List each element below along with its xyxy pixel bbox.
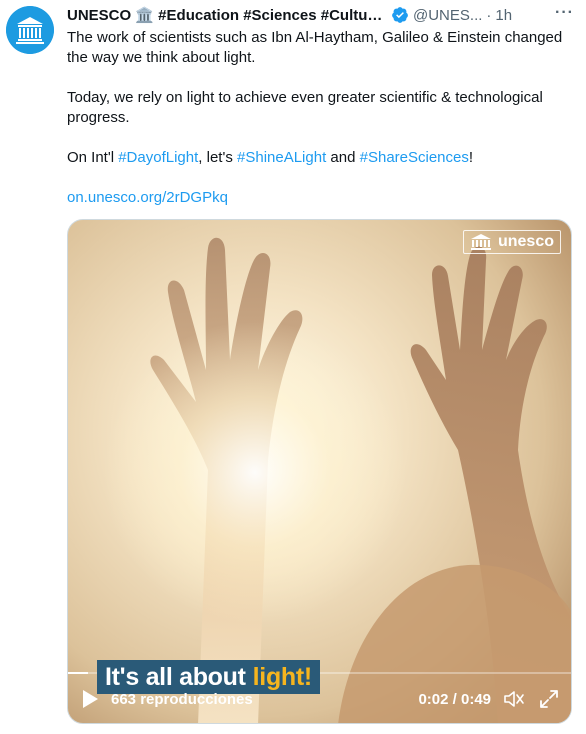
volume-icon[interactable]: [503, 689, 525, 709]
unesco-temple-icon: [470, 234, 491, 250]
video-frame: [68, 220, 571, 723]
tweet-header: UNESCO 🏛️ #Education #Sciences #Culture …: [67, 4, 574, 26]
timestamp[interactable]: 1h: [495, 7, 512, 24]
fullscreen-icon[interactable]: [539, 689, 559, 709]
video-player[interactable]: unesco It's all about light! 663 reprodu…: [67, 219, 572, 724]
hashtag-sharesciences[interactable]: #ShareSciences: [360, 149, 469, 166]
text-fragment: On Int'l: [67, 149, 119, 166]
avatar[interactable]: [6, 6, 54, 54]
hashtag-dayoflight[interactable]: #DayofLight: [118, 149, 198, 166]
text-fragment: and: [326, 149, 360, 166]
handle[interactable]: @UNES...: [413, 7, 482, 24]
video-controls: 663 reproducciones 0:02 / 0:49: [68, 675, 571, 723]
watermark-text: unesco: [497, 233, 554, 250]
hashtag-shinealight[interactable]: #ShineALight: [237, 149, 326, 166]
separator-dot: ·: [486, 6, 492, 24]
tweet-link[interactable]: on.unesco.org/2rDGPkq: [67, 189, 228, 206]
unesco-watermark: unesco: [462, 230, 561, 254]
more-options-button[interactable]: ···: [555, 4, 574, 22]
view-count: 663 reproducciones: [111, 690, 253, 708]
video-progress-fill: [68, 672, 89, 674]
tweet-paragraph-3: On Int'l #DayofLight, let's #ShineALight…: [67, 148, 577, 168]
video-timecode: 0:02 / 0:49: [418, 690, 491, 708]
tweet-paragraph-1: The work of scientists such as Ibn Al-Ha…: [67, 29, 563, 66]
text-fragment: , let's: [198, 149, 237, 166]
tweet-text: The work of scientists such as Ibn Al-Ha…: [67, 28, 577, 208]
text-fragment: !: [468, 149, 474, 166]
tweet-body: UNESCO 🏛️ #Education #Sciences #Culture …: [67, 4, 574, 208]
unesco-logo-icon: [6, 6, 54, 54]
tweet-paragraph-2: Today, we rely on light to achieve even …: [67, 89, 543, 126]
display-name[interactable]: UNESCO 🏛️ #Education #Sciences #Culture …: [67, 6, 387, 24]
verified-badge-icon: [392, 7, 408, 23]
play-icon[interactable]: [82, 690, 98, 708]
